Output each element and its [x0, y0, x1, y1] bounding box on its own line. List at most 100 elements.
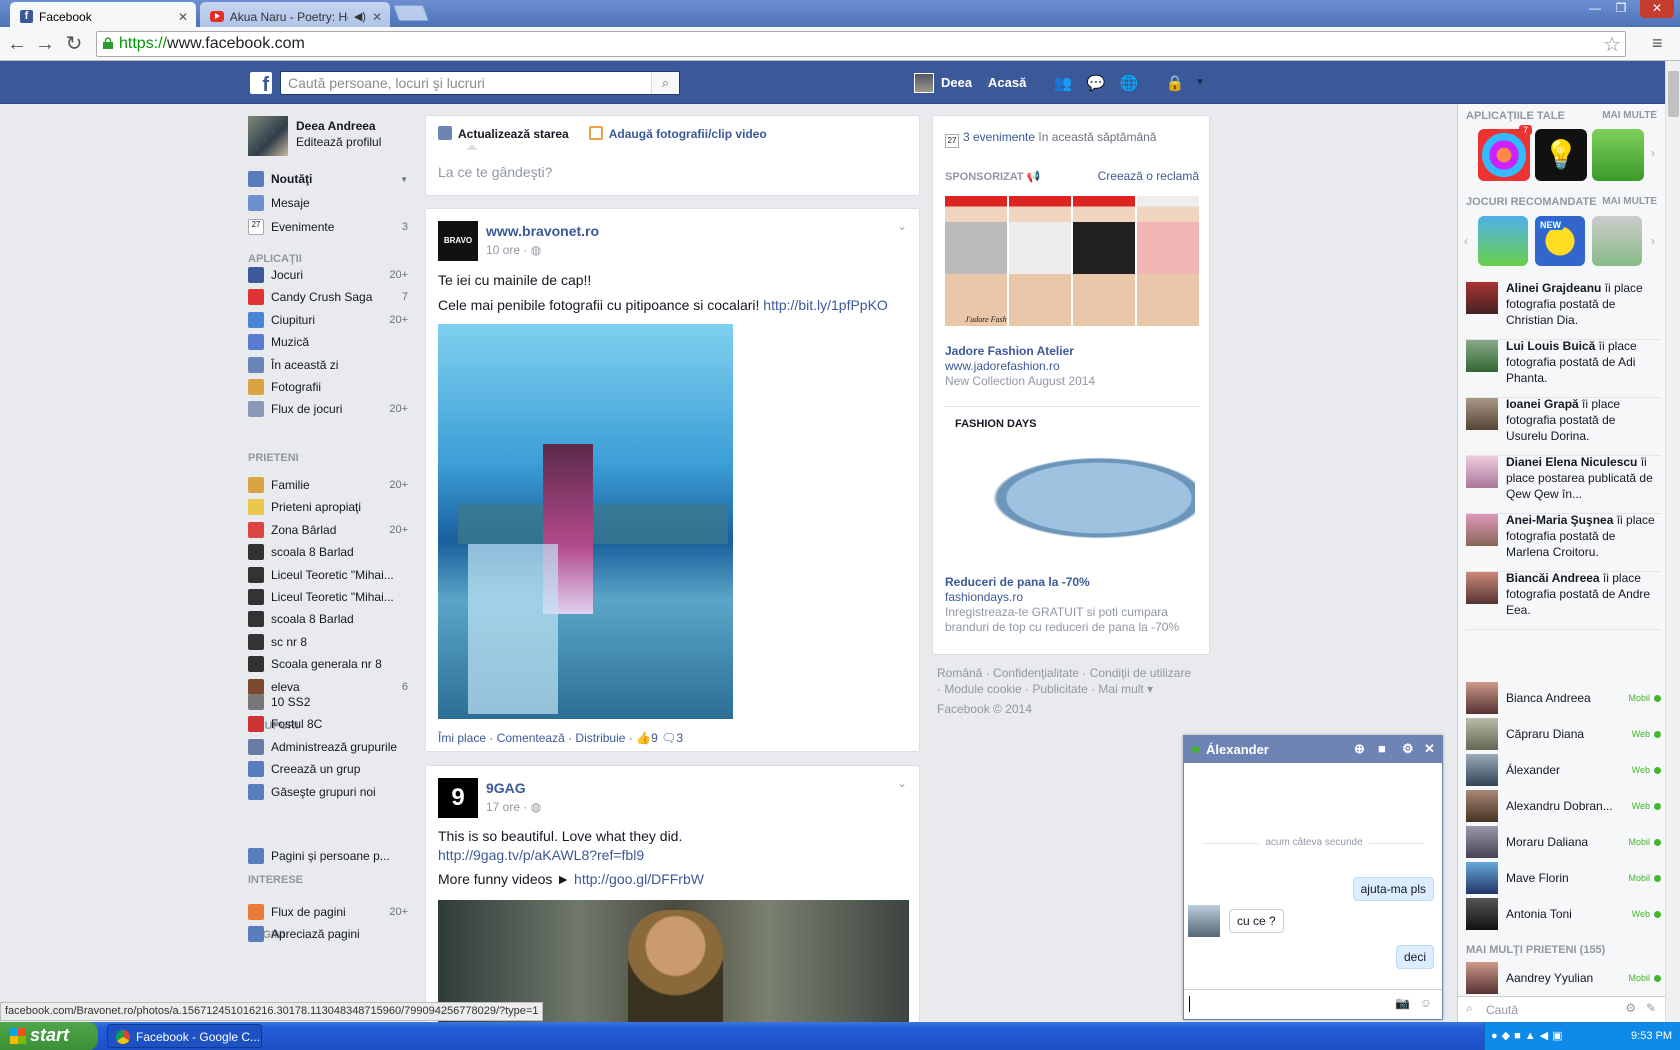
tab-youtube[interactable]: Akua Naru - Poetry: How ◀) ✕	[200, 2, 390, 27]
sidebar-item[interactable]: Fostul 8C	[248, 713, 408, 735]
ticker-name[interactable]: Biancăi Andreea	[1506, 571, 1600, 585]
post-options-chevron-icon[interactable]: ⌄	[897, 776, 907, 790]
post-author-name[interactable]: 9GAG	[486, 780, 526, 796]
forward-arrow-icon[interactable]: →	[33, 32, 57, 56]
back-arrow-icon[interactable]: ←	[5, 32, 29, 56]
status-input[interactable]: La ce te gândeşti?	[438, 164, 552, 180]
add-friend-icon[interactable]: ⊕	[1354, 741, 1365, 757]
close-tab-icon[interactable]: ✕	[178, 10, 188, 24]
sidebar-item[interactable]: Liceul Teoretic "Mihai...	[248, 586, 408, 608]
chat-message-input[interactable]: 📷 ☺	[1184, 989, 1442, 1019]
sidebar-item[interactable]: Administrează grupurile	[248, 736, 408, 758]
ticker-avatar[interactable]	[1466, 514, 1498, 546]
post-author-avatar[interactable]: BRAVO	[438, 221, 478, 261]
bookmark-star-icon[interactable]: ☆	[1603, 32, 1621, 57]
sidebar-item-messages[interactable]: Mesaje	[248, 192, 408, 214]
search-input[interactable]: Caută persoane, locuri şi lucruri ⌕	[280, 71, 680, 95]
soccer-game-icon[interactable]	[1478, 216, 1528, 266]
sidebar-item[interactable]: Familie 20+	[248, 474, 408, 496]
post-options-chevron-icon[interactable]: ⌄	[897, 219, 907, 233]
sidebar-item[interactable]: Candy Crush Saga 7	[248, 286, 408, 308]
friend-requests-icon[interactable]: 👥	[1053, 74, 1073, 92]
user-avatar[interactable]	[914, 73, 934, 93]
football-game-icon[interactable]	[1592, 216, 1642, 266]
chat-friend[interactable]: Căpraru Diana Web	[1466, 717, 1661, 751]
sidebar-item[interactable]: Zona Bârlad 20+	[248, 519, 408, 541]
camera-icon[interactable]: 📷	[1395, 996, 1410, 1010]
tab-facebook[interactable]: f Facebook ✕	[10, 2, 196, 27]
9gag-logo-icon[interactable]: 9	[438, 778, 478, 818]
sidebar-item[interactable]: Jocuri 20+	[248, 264, 408, 286]
ticker-story[interactable]: Ioanei Grapă îi place fotografia postată…	[1466, 394, 1661, 456]
post-link[interactable]: http://9gag.tv/p/aKAWL8?ref=fbl9	[438, 847, 644, 863]
ad-domain[interactable]: fashiondays.ro	[945, 590, 1023, 604]
address-bar[interactable]: https://www.facebook.com ☆	[96, 31, 1626, 57]
like-link[interactable]: Îmi place	[438, 731, 486, 745]
section-heading-interests[interactable]: INTERESE	[248, 874, 303, 886]
chat-friend[interactable]: Mave Florin Mobil	[1466, 861, 1661, 895]
comment-count[interactable]: 3	[676, 731, 683, 745]
page-scrollbar[interactable]	[1665, 61, 1680, 1022]
ticker-name[interactable]: Lui Louis Buică	[1506, 339, 1595, 353]
compose-icon[interactable]: ✎	[1646, 1001, 1656, 1015]
chat-friend[interactable]: Alexandru Dobran... Web	[1466, 789, 1661, 823]
game-app-icon[interactable]	[1592, 129, 1644, 181]
scrollbar-thumb[interactable]	[1668, 71, 1679, 117]
ticker-name[interactable]: Dianei Elena Niculescu	[1506, 455, 1637, 469]
new-tab-button[interactable]	[393, 5, 429, 21]
sidebar-item[interactable]: Creează un grup	[248, 758, 408, 780]
candy-crush-app-icon[interactable]: 7	[1478, 125, 1532, 181]
home-link[interactable]: Acasă	[987, 75, 1026, 90]
chevron-right-icon[interactable]: ›	[1651, 146, 1655, 160]
notifications-globe-icon[interactable]: 🌐	[1119, 74, 1139, 92]
events-reminder[interactable]: 27 3 evenimente în această săptămână	[945, 130, 1156, 148]
messages-icon[interactable]: 💬	[1086, 74, 1106, 92]
sidebar-item[interactable]: Muzică	[248, 331, 408, 353]
sidebar-item[interactable]: În această zi	[248, 354, 408, 376]
sidebar-item[interactable]: sc nr 8	[248, 631, 408, 653]
post-photo[interactable]	[438, 324, 733, 719]
chat-friend[interactable]: Bianca Andreea Mobil	[1466, 681, 1661, 715]
ticker-avatar[interactable]	[1466, 398, 1498, 430]
post-timestamp[interactable]: 10 ore · ◍	[486, 243, 541, 257]
privacy-lock-icon[interactable]: 🔒	[1165, 74, 1185, 92]
share-link[interactable]: Distribuie	[575, 731, 625, 745]
sidebar-item[interactable]: Pagini şi persoane p...	[248, 845, 408, 867]
sidebar-item[interactable]: Liceul Teoretic "Mihai...	[248, 564, 408, 586]
account-chevron-down-icon[interactable]: ▼	[1190, 77, 1210, 95]
chat-search-input[interactable]: ⌕ Caută ⚙ ✎	[1458, 996, 1666, 1022]
chat-friend[interactable]: Moraru Daliana Mobil	[1466, 825, 1661, 859]
like-count[interactable]: 9	[651, 731, 658, 745]
ad-title[interactable]: Reduceri de pana la -70%	[945, 575, 1090, 589]
chevron-right-icon[interactable]: ›	[1651, 234, 1655, 248]
chat-friend[interactable]: Antonia Toni Web	[1466, 897, 1661, 931]
profile-picture[interactable]	[248, 116, 288, 156]
comment-link[interactable]: Comentează	[497, 731, 565, 745]
ticker-avatar[interactable]	[1466, 456, 1498, 488]
chrome-menu-icon[interactable]: ≡	[1652, 33, 1670, 54]
ticker-story[interactable]: Lui Louis Buică îi place fotografia post…	[1466, 336, 1661, 398]
ad-image-fashiondays[interactable]: FASHION DAYS	[945, 418, 1199, 553]
taskbar-window-chrome[interactable]: Facebook - Google C...	[107, 1024, 262, 1048]
ticker-story[interactable]: Biancăi Andreea îi place fotografia post…	[1466, 568, 1661, 630]
footer-links[interactable]: Română · Confidenţialitate · Condiţii de…	[937, 665, 1207, 681]
ticker-avatar[interactable]	[1466, 340, 1498, 372]
facebook-logo-icon[interactable]: f	[250, 72, 272, 96]
ticker-avatar[interactable]	[1466, 572, 1498, 604]
footer-links[interactable]: · Module cookie · Publicitate · Mai mult…	[937, 681, 1207, 697]
chat-friend[interactable]: Aandrey Yyulian Mobil	[1466, 961, 1661, 995]
sidebar-item[interactable]: scoala 8 Barlad	[248, 608, 408, 630]
chevron-left-icon[interactable]: ‹	[1464, 234, 1468, 248]
gear-icon[interactable]: ⚙	[1625, 1001, 1636, 1015]
post-author-name[interactable]: www.bravonet.ro	[486, 223, 599, 239]
post-link[interactable]: http://bit.ly/1pfPpKO	[763, 297, 888, 313]
post-link[interactable]: http://goo.gl/DFFrbW	[574, 871, 704, 887]
sidebar-item[interactable]: Fotografii	[248, 376, 408, 398]
restore-icon[interactable]: ❐	[1608, 0, 1634, 18]
ad-domain[interactable]: www.jadorefashion.ro	[945, 359, 1060, 373]
sidebar-item[interactable]: 10 SS2	[248, 691, 408, 713]
ticker-name[interactable]: Anei-Maria Şuşnea	[1506, 513, 1613, 527]
video-call-icon[interactable]: ■	[1378, 741, 1386, 756]
update-status-tab[interactable]: Actualizează starea	[438, 126, 569, 141]
clock[interactable]: 9:53 PM	[1631, 1030, 1672, 1042]
